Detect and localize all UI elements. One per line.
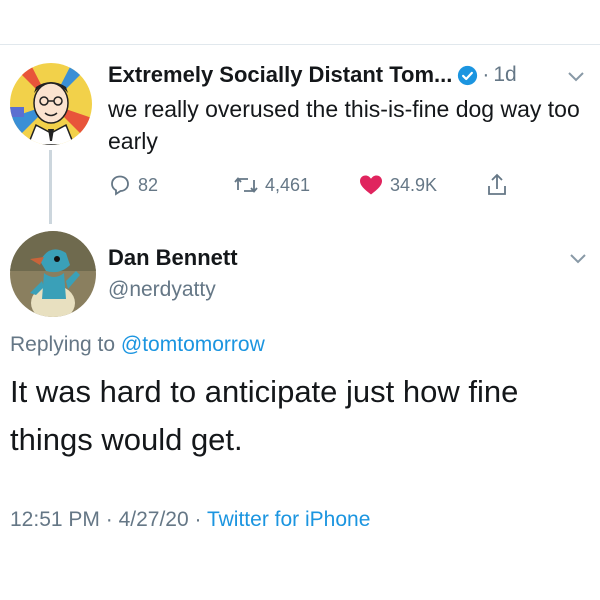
chevron-down-icon[interactable]	[566, 69, 586, 83]
parent-action-bar: 82 4,461 34.9K	[108, 170, 528, 200]
reply-button[interactable]: 82	[108, 170, 158, 200]
tweet-date[interactable]: 4/27/20	[119, 508, 189, 531]
parent-avatar[interactable]	[10, 63, 92, 145]
meta-separator-2: ·	[194, 508, 202, 531]
parent-time[interactable]: 1d	[493, 63, 516, 87]
parent-header: Extremely Socially Distant Tom... · 1d	[108, 60, 592, 90]
like-button[interactable]: 34.9K	[358, 170, 437, 200]
replying-to-label: Replying to	[10, 333, 116, 356]
reply-count: 82	[138, 174, 159, 195]
reply-icon	[111, 175, 129, 196]
share-button[interactable]	[485, 170, 515, 200]
parent-display-name[interactable]: Extremely Socially Distant Tom...	[108, 62, 452, 88]
parent-tweet-text: we really overused the this-is-fine dog …	[108, 96, 580, 154]
dragon-character-avatar-image	[10, 231, 96, 317]
verified-badge-icon	[458, 65, 478, 85]
replying-to-mention[interactable]: @tomtomorrow	[121, 333, 265, 356]
retweet-button[interactable]: 4,461	[233, 170, 310, 200]
reply-display-name[interactable]: Dan Bennett	[108, 245, 238, 271]
parent-separator: ·	[482, 63, 490, 86]
tweet-time[interactable]: 12:51 PM	[10, 508, 100, 531]
reply-tweet-text: It was hard to anticipate just how fine …	[10, 374, 519, 457]
cartoon-avatar-image	[10, 63, 92, 145]
top-divider	[0, 44, 600, 45]
retweet-icon	[234, 177, 258, 193]
tweet-source[interactable]: Twitter for iPhone	[207, 508, 370, 531]
tweet-metadata: 12:51 PM · 4/27/20 · Twitter for iPhone	[10, 508, 370, 532]
replying-to-line: Replying to @tomtomorrow	[10, 333, 265, 357]
share-icon	[488, 173, 506, 195]
meta-separator-1: ·	[105, 508, 113, 531]
reply-handle[interactable]: @nerdyatty	[108, 278, 216, 302]
reply-avatar[interactable]	[10, 231, 96, 317]
retweet-count: 4,461	[265, 174, 311, 195]
thread-line	[49, 150, 52, 224]
like-count: 34.9K	[390, 174, 438, 195]
chevron-down-icon[interactable]	[568, 251, 588, 265]
heart-icon	[360, 175, 382, 195]
